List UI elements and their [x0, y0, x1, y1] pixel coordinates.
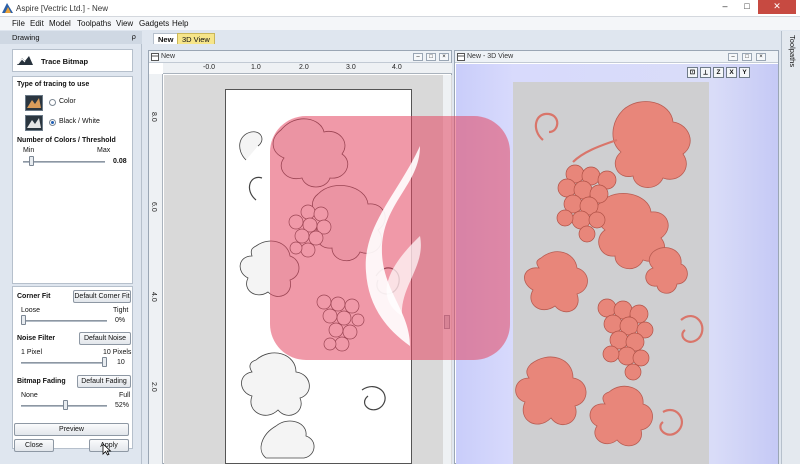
view-3d-fit-button[interactable]: ⊡	[687, 67, 698, 78]
view-2d-minimize-button[interactable]: –	[413, 53, 423, 61]
noise-filter-slider-handle[interactable]	[102, 357, 107, 367]
close-panel-button[interactable]: Close	[14, 439, 54, 452]
watermark-logo	[270, 116, 510, 360]
noise-filter-heading: Noise Filter	[17, 335, 56, 342]
view-3d-minimize-button[interactable]: –	[728, 53, 738, 61]
pin-icon[interactable]: ⍴	[132, 33, 136, 41]
trace-bitmap-header: Trace Bitmap	[12, 49, 133, 72]
bitmap-fading-value: 52%	[115, 402, 130, 409]
view-2d-icon	[151, 53, 159, 61]
black-white-trace-icon[interactable]	[25, 115, 43, 131]
threshold-slider-track[interactable]	[23, 161, 105, 163]
view-2d-titlebar: New – □ ×	[149, 51, 451, 63]
menu-file[interactable]: File	[12, 19, 25, 28]
tab-new[interactable]: New	[153, 33, 179, 44]
view-3d-titlebar: New - 3D View – □ ×	[455, 51, 778, 63]
default-corner-fit-button[interactable]: Default Corner Fit	[73, 290, 131, 303]
default-noise-button[interactable]: Default Noise	[79, 332, 131, 345]
preview-button[interactable]: Preview	[14, 423, 129, 436]
flame-logo-icon	[365, 146, 421, 346]
ruler-left-label: 2.0	[150, 382, 157, 392]
close-window-button[interactable]: ✕	[758, 0, 796, 14]
threshold-max-label: Max	[97, 147, 111, 154]
window-title: Aspire [Vectric Ltd.] - New	[16, 4, 109, 13]
ruler-left-label: 6.0	[150, 202, 157, 212]
view-3d-x-button[interactable]: X	[726, 67, 737, 78]
threshold-heading: Number of Colors / Threshold	[17, 137, 116, 144]
view-2d-maximize-button[interactable]: □	[426, 53, 436, 61]
drawing-panel: Drawing ⍴ Trace Bitmap Type of tracing t…	[0, 31, 142, 464]
ruler-top-label: 2.0	[299, 64, 309, 71]
ruler-top-label: 4.0	[392, 64, 402, 71]
trace-bitmap-title: Trace Bitmap	[41, 57, 89, 66]
toolpaths-strip-label[interactable]: Toolpaths	[788, 35, 797, 67]
tab-3d-view[interactable]: 3D View	[177, 33, 215, 44]
black-white-radio[interactable]	[49, 119, 56, 126]
menu-gadgets[interactable]: Gadgets	[139, 19, 169, 28]
toolpaths-panel-strip[interactable]: Toolpaths	[781, 31, 800, 464]
ruler-left-label: 4.0	[150, 292, 157, 302]
aspire-app-icon[interactable]	[2, 3, 13, 13]
noise-filter-left-label: 1 Pixel	[21, 349, 43, 356]
color-trace-icon[interactable]	[25, 95, 43, 111]
grape-relief-model	[515, 101, 704, 447]
view-3d-orientation-toolbar: ⊡ ⟂ Z X Y	[687, 67, 750, 78]
view-3d-close-button[interactable]: ×	[756, 53, 766, 61]
ruler-top-label: 1.0	[251, 64, 261, 71]
view-3d-title: New - 3D View	[467, 53, 514, 60]
corner-fit-slider-track[interactable]	[21, 320, 107, 322]
bitmap-fading-slider-handle[interactable]	[63, 400, 69, 410]
tracing-type-heading: Type of tracing to use	[17, 81, 90, 88]
maximize-button[interactable]: □	[736, 0, 758, 14]
title-bar: Aspire [Vectric Ltd.] - New ‒ □ ✕	[0, 0, 800, 17]
view-3d-z-button[interactable]: Z	[713, 67, 724, 78]
noise-filter-slider-track[interactable]	[21, 362, 107, 364]
bitmap-fading-heading: Bitmap Fading	[17, 378, 66, 385]
view-2d-close-button[interactable]: ×	[439, 53, 449, 61]
threshold-value: 0.08	[113, 158, 127, 165]
view-3d-maximize-button[interactable]: □	[742, 53, 752, 61]
drawing-panel-header: Drawing ⍴	[0, 31, 142, 44]
menu-edit[interactable]: Edit	[30, 19, 44, 28]
document-tabs: New 3D View	[143, 31, 780, 44]
noise-filter-right-label: 10 Pixels	[103, 349, 132, 356]
ruler-left-label: 8.0	[150, 112, 157, 122]
material-block-3d[interactable]	[513, 82, 709, 464]
corner-fit-left-label: Loose	[21, 307, 41, 314]
corner-fit-slider-handle[interactable]	[21, 315, 26, 325]
tracing-options-box: Type of tracing to use Color Black / Whi…	[12, 76, 133, 284]
ruler-top-label: 3.0	[346, 64, 356, 71]
noise-filter-value: 10	[117, 359, 125, 366]
threshold-min-label: Min	[23, 147, 35, 154]
color-option-label[interactable]: Color	[59, 98, 76, 105]
view-3d-iso-button[interactable]: ⟂	[700, 67, 711, 78]
mouse-cursor-icon	[102, 443, 112, 456]
trace-bitmap-icon	[17, 56, 33, 65]
corner-fit-heading: Corner Fit	[17, 293, 51, 300]
view-2d-title: New	[161, 53, 176, 60]
ruler-top-label: -0.0	[203, 64, 216, 71]
window-controls: ‒ □ ✕	[714, 0, 796, 14]
corner-fit-right-label: Tight	[113, 307, 129, 314]
menu-bar: File Edit Model Toolpaths View Gadgets H…	[0, 17, 800, 30]
menu-help[interactable]: Help	[172, 19, 188, 28]
black-white-option-label[interactable]: Black / White	[59, 118, 100, 125]
menu-model[interactable]: Model	[49, 19, 71, 28]
minimize-button[interactable]: ‒	[714, 0, 736, 14]
menu-view[interactable]: View	[116, 19, 133, 28]
drawing-panel-title: Drawing	[12, 33, 40, 42]
ruler-top: -0.0 1.0 2.0 3.0 4.0	[163, 63, 452, 74]
view-3d-y-button[interactable]: Y	[739, 67, 750, 78]
view-3d-icon	[457, 53, 465, 61]
default-fading-button[interactable]: Default Fading	[77, 375, 131, 388]
corner-fit-value: 0%	[115, 317, 126, 324]
bitmap-fading-left-label: None	[21, 392, 38, 399]
bitmap-fading-right-label: Full	[119, 392, 131, 399]
color-radio[interactable]	[49, 99, 56, 106]
threshold-slider-handle[interactable]	[29, 156, 35, 166]
menu-toolpaths[interactable]: Toolpaths	[77, 19, 111, 28]
ruler-left: 8.0 6.0 4.0 2.0	[149, 74, 163, 464]
